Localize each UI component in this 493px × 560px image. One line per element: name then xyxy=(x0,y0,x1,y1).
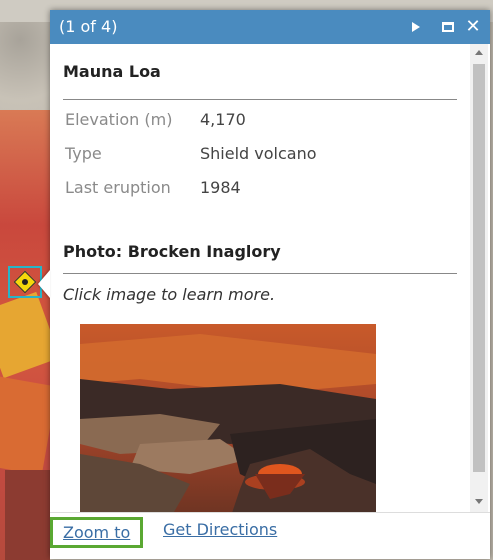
scroll-down-icon[interactable] xyxy=(475,499,483,504)
popup-scrollbar[interactable] xyxy=(470,44,488,512)
popup-page-count: (1 of 4) xyxy=(59,17,118,36)
popup-window: (1 of 4) ✕ Mauna Loa Elevation (m) 4,170… xyxy=(38,10,490,559)
scroll-up-icon[interactable] xyxy=(475,50,483,55)
photo-caption: Click image to learn more. xyxy=(63,285,276,304)
attribute-table: Elevation (m) 4,170 Type Shield volcano … xyxy=(65,110,317,212)
next-feature-button[interactable] xyxy=(405,16,427,38)
triangle-right-icon xyxy=(412,22,420,32)
popup-pointer xyxy=(38,270,50,298)
divider xyxy=(63,273,457,274)
volcano-photo[interactable] xyxy=(80,324,376,512)
popup-action-bar: Zoom to Get Directions xyxy=(50,512,490,559)
maximize-button[interactable] xyxy=(437,16,459,38)
attribute-row: Type Shield volcano xyxy=(65,144,317,178)
close-button[interactable]: ✕ xyxy=(462,16,484,38)
volcano-photo-image xyxy=(80,324,376,512)
marker-center-dot xyxy=(22,279,28,285)
lava-flow-layer-dark xyxy=(5,470,50,560)
get-directions-link[interactable]: Get Directions xyxy=(163,520,277,539)
scroll-thumb[interactable] xyxy=(473,64,485,472)
attribute-row: Last eruption 1984 xyxy=(65,178,317,212)
photo-heading: Photo: Brocken Inaglory xyxy=(63,242,281,261)
divider xyxy=(63,99,457,100)
zoom-to-link[interactable]: Zoom to xyxy=(50,517,144,548)
attribute-value: Shield volcano xyxy=(200,144,317,163)
attribute-label: Type xyxy=(65,144,102,163)
attribute-value: 1984 xyxy=(200,178,241,197)
maximize-icon xyxy=(442,22,454,32)
attribute-row: Elevation (m) 4,170 xyxy=(65,110,317,144)
close-icon: ✕ xyxy=(465,16,481,37)
attribute-label: Elevation (m) xyxy=(65,110,173,129)
selected-feature-marker[interactable] xyxy=(8,266,42,298)
attribute-value: 4,170 xyxy=(200,110,246,129)
feature-title: Mauna Loa xyxy=(63,62,161,81)
popup-content: Mauna Loa Elevation (m) 4,170 Type Shiel… xyxy=(50,44,470,512)
attribute-label: Last eruption xyxy=(65,178,171,197)
popup-titlebar: (1 of 4) ✕ xyxy=(50,10,490,44)
